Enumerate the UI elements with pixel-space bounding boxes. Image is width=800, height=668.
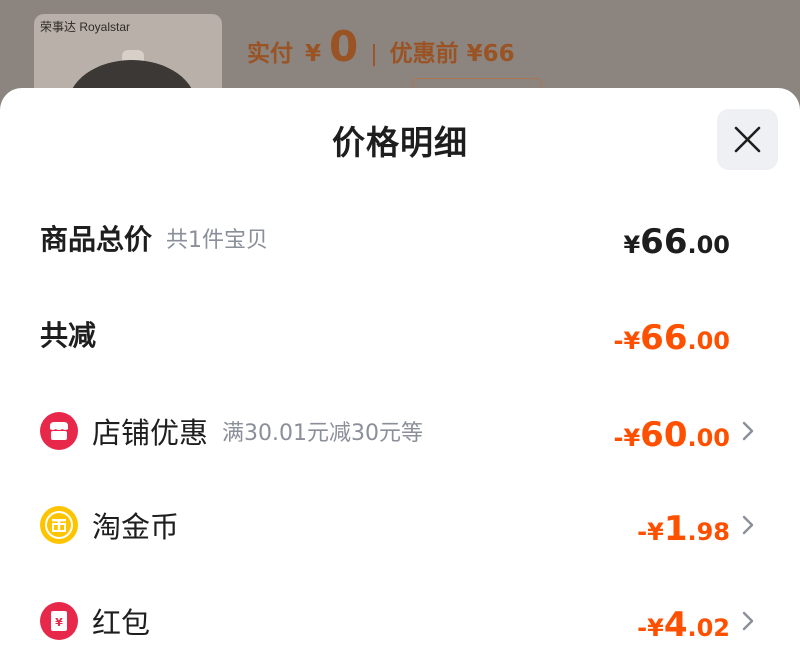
chevron-right-icon [742, 611, 754, 631]
total-price-label: 商品总价 [40, 223, 153, 256]
gold-coin-icon [40, 506, 78, 544]
red-packet-label: 红包 [92, 606, 151, 640]
red-packet-int: 4 [663, 605, 688, 645]
price-detail-sheet: 价格明细 商品总价 共1件宝贝 ¥ 66 .00 共减 -¥ 66 .00 店铺… [0, 88, 800, 668]
row-shop-discount[interactable]: 店铺优惠 满30.01元减30元等 -¥ 60 .00 [0, 401, 800, 461]
paid-label: 实付 [247, 41, 293, 67]
total-discount-dec: .00 [687, 327, 730, 355]
red-packet-dec: .02 [687, 614, 730, 642]
sheet-title: 价格明细 [332, 123, 468, 162]
close-icon [734, 126, 761, 153]
row-red-packet[interactable]: ¥ 红包 -¥ 4 .02 [0, 591, 800, 651]
shop-discount-detail: 满30.01元减30元等 [222, 421, 423, 446]
separator: | [370, 42, 378, 67]
payment-summary: 实付 ¥ 0 | 优惠前 ¥66 [247, 22, 515, 71]
chevron-right-icon [742, 421, 754, 441]
total-price-int: 66 [640, 222, 688, 262]
shop-icon [40, 412, 78, 450]
total-discount-currency: -¥ [613, 327, 641, 355]
total-discount-int: 66 [640, 318, 688, 358]
shop-discount-currency: -¥ [613, 424, 641, 452]
row-taojinbi[interactable]: 淘金币 -¥ 1 .98 [0, 495, 800, 555]
total-price-currency: ¥ [623, 231, 641, 259]
red-packet-amount: -¥ 4 .02 [637, 591, 730, 651]
total-discount-amount: -¥ 66 .00 [613, 304, 730, 364]
svg-text:¥: ¥ [55, 616, 63, 629]
taojinbi-label: 淘金币 [92, 510, 180, 544]
red-packet-currency: -¥ [637, 614, 664, 642]
shop-discount-label: 店铺优惠 [92, 416, 209, 450]
close-button[interactable] [717, 109, 778, 170]
taojinbi-amount: -¥ 1 .98 [637, 495, 730, 555]
taojinbi-int: 1 [663, 509, 688, 549]
shop-discount-int: 60 [640, 415, 688, 455]
shop-discount-amount: -¥ 60 .00 [613, 401, 730, 461]
total-discount-label: 共减 [40, 319, 97, 352]
red-packet-icon: ¥ [40, 602, 78, 640]
shop-discount-dec: .00 [687, 424, 730, 452]
before-discount: 优惠前 ¥66 [389, 41, 515, 67]
total-price-amount: ¥ 66 .00 [623, 208, 730, 268]
taojinbi-dec: .98 [687, 518, 730, 546]
row-total-discount: 共减 -¥ 66 .00 [0, 304, 800, 364]
chevron-right-icon [742, 515, 754, 535]
row-total-price: 商品总价 共1件宝贝 ¥ 66 .00 [0, 208, 800, 268]
taojinbi-currency: -¥ [637, 518, 664, 546]
item-count: 共1件宝贝 [166, 228, 269, 253]
total-price-dec: .00 [687, 231, 730, 259]
brand-text: 荣事达 Royalstar [40, 20, 131, 34]
paid-amount: 0 [329, 22, 359, 71]
paid-currency: ¥ [305, 41, 322, 67]
